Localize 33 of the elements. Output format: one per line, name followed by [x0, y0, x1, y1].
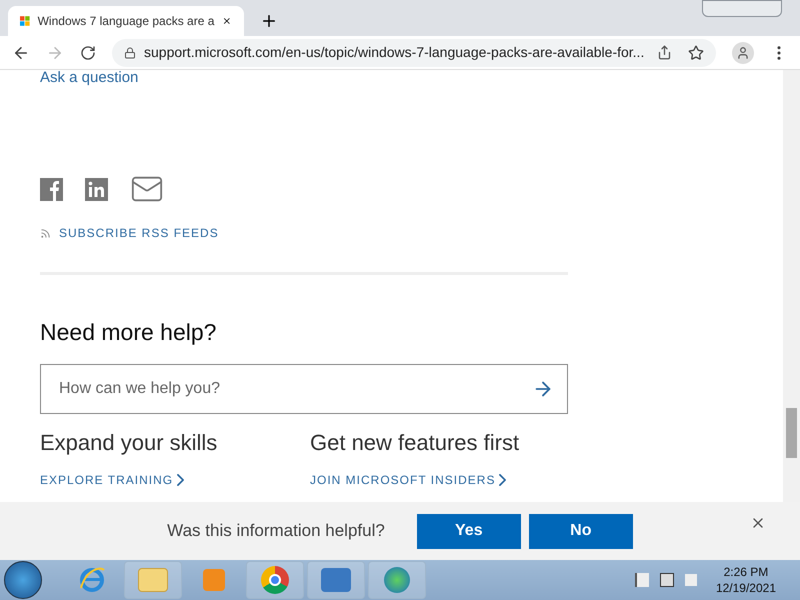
feedback-button[interactable]: No — [528, 514, 633, 548]
section-heading: Need more help? — [40, 318, 218, 347]
promo-link[interactable]: JOIN MICROSOFT INSIDERS — [310, 470, 496, 488]
start-button[interactable] — [4, 561, 42, 599]
promo-link[interactable]: EXPLORE TRAINING — [40, 470, 174, 488]
chrome-icon[interactable] — [246, 561, 304, 599]
chevron-icon — [177, 474, 184, 486]
clock-date: 12/19/2021 — [716, 580, 776, 596]
rss-icon — [40, 228, 51, 238]
scrollbar-thumb — [786, 408, 797, 458]
promo-heading: Get new features first — [310, 428, 520, 456]
share-icon[interactable] — [657, 45, 672, 60]
feedback-question: Was this information helpful? — [167, 520, 385, 542]
bookmark-icon[interactable] — [688, 44, 704, 60]
reload-icon[interactable] — [80, 44, 96, 60]
clock-time: 2:26 PM — [724, 564, 768, 580]
rss-link[interactable]: SUBSCRIBE RSS FEEDS — [59, 224, 219, 242]
promo-heading: Expand your skills — [40, 428, 218, 457]
lock-icon — [124, 46, 136, 58]
url-text: support.microsoft.com/en-us/topic/windows-7-language-packs-are-available-for... — [144, 43, 646, 62]
facebook-icon[interactable] — [40, 178, 63, 200]
windows-logo-icon — [20, 14, 30, 28]
new-tab-icon[interactable] — [260, 12, 278, 30]
browser-tab[interactable]: Windows 7 language packs are a — [8, 6, 244, 36]
help-search-field[interactable]: How can we help you? — [40, 364, 568, 414]
ask-question-link[interactable]: Ask a question — [40, 70, 138, 86]
tab-title: Windows 7 language packs are a — [38, 13, 214, 30]
feedback-button[interactable]: Yes — [416, 514, 521, 548]
chevron-icon — [499, 474, 506, 486]
profile-icon[interactable] — [732, 42, 754, 64]
clock[interactable]: 2:26 PM 12/19/2021 — [716, 564, 776, 596]
address-bar[interactable]: support.microsoft.com/en-us/topic/windows-7-language-packs-are-available-for... — [112, 38, 716, 66]
linkedin-icon[interactable] — [85, 178, 108, 200]
